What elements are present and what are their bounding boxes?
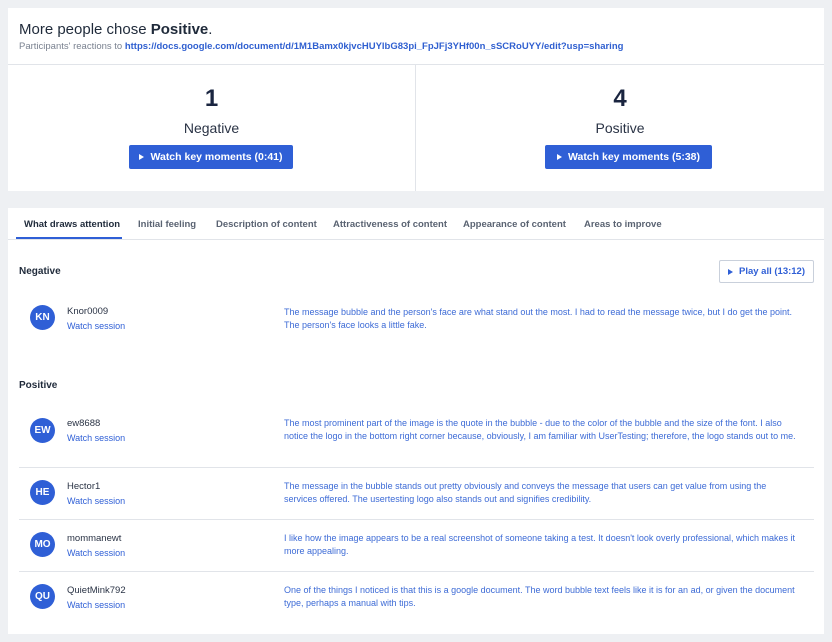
- avatar: HE: [30, 480, 55, 505]
- negative-summary: 1 Negative Watch key moments (0:41): [8, 65, 415, 191]
- watch-session-link[interactable]: Watch session: [67, 433, 125, 443]
- play-all-label: Play all (13:12): [738, 266, 805, 277]
- list-item: HE Hector1 Watch session The message in …: [19, 468, 814, 520]
- watch-session-link[interactable]: Watch session: [67, 321, 125, 331]
- active-tab-indicator: [16, 237, 122, 239]
- play-icon: [727, 268, 733, 275]
- response-text: I like how the image appears to be a rea…: [284, 533, 795, 556]
- response-text: The message bubble and the person's face…: [284, 307, 793, 330]
- play-icon: [556, 154, 562, 160]
- avatar: QU: [30, 584, 55, 609]
- button-label: Watch key moments (5:38): [567, 151, 701, 163]
- tab-attractiveness-of-content[interactable]: Attractiveness of content: [333, 219, 447, 230]
- summary-card: More people chose Positive. Participants…: [8, 8, 824, 191]
- watch-session-link[interactable]: Watch session: [67, 496, 125, 506]
- tab-description-of-content[interactable]: Description of content: [216, 219, 317, 230]
- positive-section-title: Positive: [19, 380, 58, 391]
- participant-name: mommanewt: [67, 533, 122, 544]
- headline-prefix: More people chose: [19, 21, 151, 38]
- play-all-button[interactable]: Play all (13:12): [719, 260, 814, 283]
- button-label: Watch key moments (0:41): [150, 151, 283, 163]
- tab-appearance-of-content[interactable]: Appearance of content: [463, 219, 566, 230]
- response-text: The message in the bubble stands out pre…: [284, 481, 767, 504]
- response-text: One of the things I noticed is that this…: [284, 585, 795, 608]
- participant-name: Hector1: [67, 481, 101, 492]
- watch-session-link[interactable]: Watch session: [67, 600, 125, 610]
- positive-label: Positive: [595, 120, 645, 136]
- play-icon: [139, 154, 145, 160]
- list-item: QU QuietMink792 Watch session One of the…: [19, 572, 814, 624]
- participant-name: Knor0009: [67, 306, 109, 317]
- tab-bar: What draws attention Initial feeling Des…: [8, 208, 824, 240]
- subtitle-prefix: Participants' reactions to: [19, 41, 125, 52]
- list-item: KN Knor0009 Watch session The message bu…: [19, 293, 814, 353]
- response-text: The most prominent part of the image is …: [284, 418, 796, 441]
- subtitle: Participants' reactions to https://docs.…: [19, 41, 623, 52]
- watch-key-moments-negative-button[interactable]: Watch key moments (0:41): [129, 145, 293, 169]
- document-link[interactable]: https://docs.google.com/document/d/1M1Ba…: [125, 41, 624, 52]
- watch-key-moments-positive-button[interactable]: Watch key moments (5:38): [545, 145, 712, 169]
- tab-initial-feeling[interactable]: Initial feeling: [138, 219, 196, 230]
- participant-name: ew8688: [67, 418, 101, 429]
- positive-summary: 4 Positive Watch key moments (5:38): [415, 65, 824, 191]
- list-item: MO mommanewt Watch session I like how th…: [19, 520, 814, 572]
- positive-count: 4: [613, 85, 627, 112]
- list-item: EW ew8688 Watch session The most promine…: [19, 406, 814, 468]
- avatar: EW: [30, 418, 55, 443]
- participant-name: QuietMink792: [67, 585, 126, 596]
- responses-card: What draws attention Initial feeling Des…: [8, 208, 824, 634]
- negative-label: Negative: [183, 120, 240, 136]
- page-title: More people chose Positive.: [19, 21, 212, 38]
- negative-count: 1: [204, 85, 219, 112]
- headline-suffix: .: [208, 21, 213, 38]
- negative-section-title: Negative: [19, 266, 61, 277]
- tab-what-draws-attention[interactable]: What draws attention: [24, 219, 120, 230]
- avatar: MO: [30, 532, 55, 557]
- avatar: KN: [30, 305, 55, 330]
- headline-choice: Positive: [150, 21, 209, 38]
- watch-session-link[interactable]: Watch session: [67, 548, 125, 558]
- tab-areas-to-improve[interactable]: Areas to improve: [584, 219, 662, 230]
